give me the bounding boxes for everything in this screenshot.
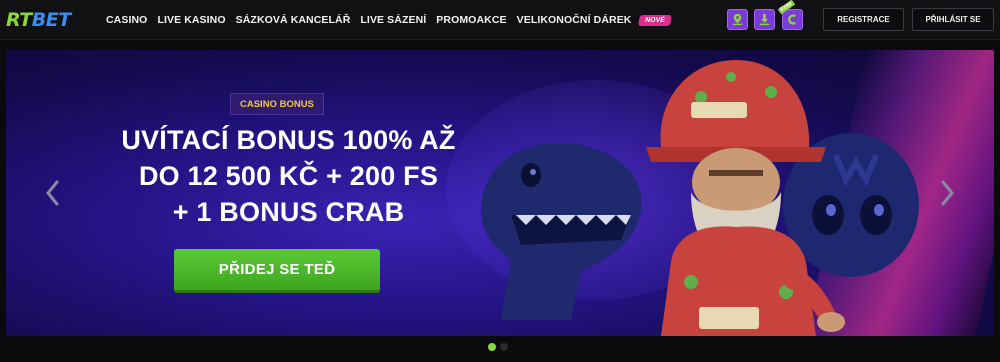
casino-bonus-tag: CASINO BONUS	[230, 93, 324, 115]
free-bonus-icon	[788, 14, 796, 25]
carousel-dot-2[interactable]	[500, 343, 508, 351]
download-button[interactable]	[754, 9, 775, 30]
carousel-prev-button[interactable]	[43, 178, 61, 208]
headline-line-3: + 1 BONUS CRAB	[172, 197, 405, 227]
logo-rt: RT	[6, 9, 32, 31]
gnome-character-illustration	[646, 60, 845, 336]
carousel-next-button[interactable]	[939, 178, 957, 208]
nav-live-sazeni[interactable]: LIVE SÁZENÍ	[360, 14, 426, 26]
headline-line-1: UVÍTACÍ BONUS 100% AŽ	[121, 125, 456, 155]
headline-line-2: DO 12 500 KČ + 200 FS	[138, 161, 439, 191]
login-button[interactable]: PŘIHLÁSIT SE	[912, 8, 994, 31]
main-nav: CASINO LIVE KASINO SÁZKOVÁ KANCELÁŘ LIVE…	[106, 0, 673, 40]
location-icon	[732, 13, 743, 26]
hero-banner: CASINO BONUS UVÍTACÍ BONUS 100% AŽ DO 12…	[6, 50, 994, 336]
carousel-dots	[488, 343, 512, 351]
nav-casino[interactable]: CASINO	[106, 14, 147, 26]
register-button[interactable]: REGISTRACE	[823, 8, 904, 31]
nav-promoakce[interactable]: PROMOAKCE	[436, 14, 506, 26]
chevron-left-icon	[46, 180, 59, 206]
download-icon	[759, 13, 770, 26]
chevron-right-icon	[941, 180, 954, 206]
hero-headline: UVÍTACÍ BONUS 100% AŽ DO 12 500 KČ + 200…	[106, 122, 471, 230]
top-header: RTBET CASINO LIVE KASINO SÁZKOVÁ KANCELÁ…	[0, 0, 1000, 40]
join-now-button[interactable]: PŘIDEJ SE TEĎ	[174, 249, 380, 293]
nav-sazkova-kancelar[interactable]: SÁZKOVÁ KANCELÁŘ	[236, 14, 351, 26]
carousel-dot-1[interactable]	[488, 343, 496, 351]
new-badge: NOVÉ	[638, 14, 673, 26]
free-bonus-button[interactable]	[782, 9, 803, 30]
rtbet-logo[interactable]: RTBET	[6, 9, 71, 31]
nav-velikonocni-darek[interactable]: VELIKONOČNÍ DÁREK	[517, 14, 632, 26]
location-button[interactable]	[727, 9, 748, 30]
logo-bet: BET	[31, 9, 71, 31]
nav-live-kasino[interactable]: LIVE KASINO	[157, 14, 225, 26]
